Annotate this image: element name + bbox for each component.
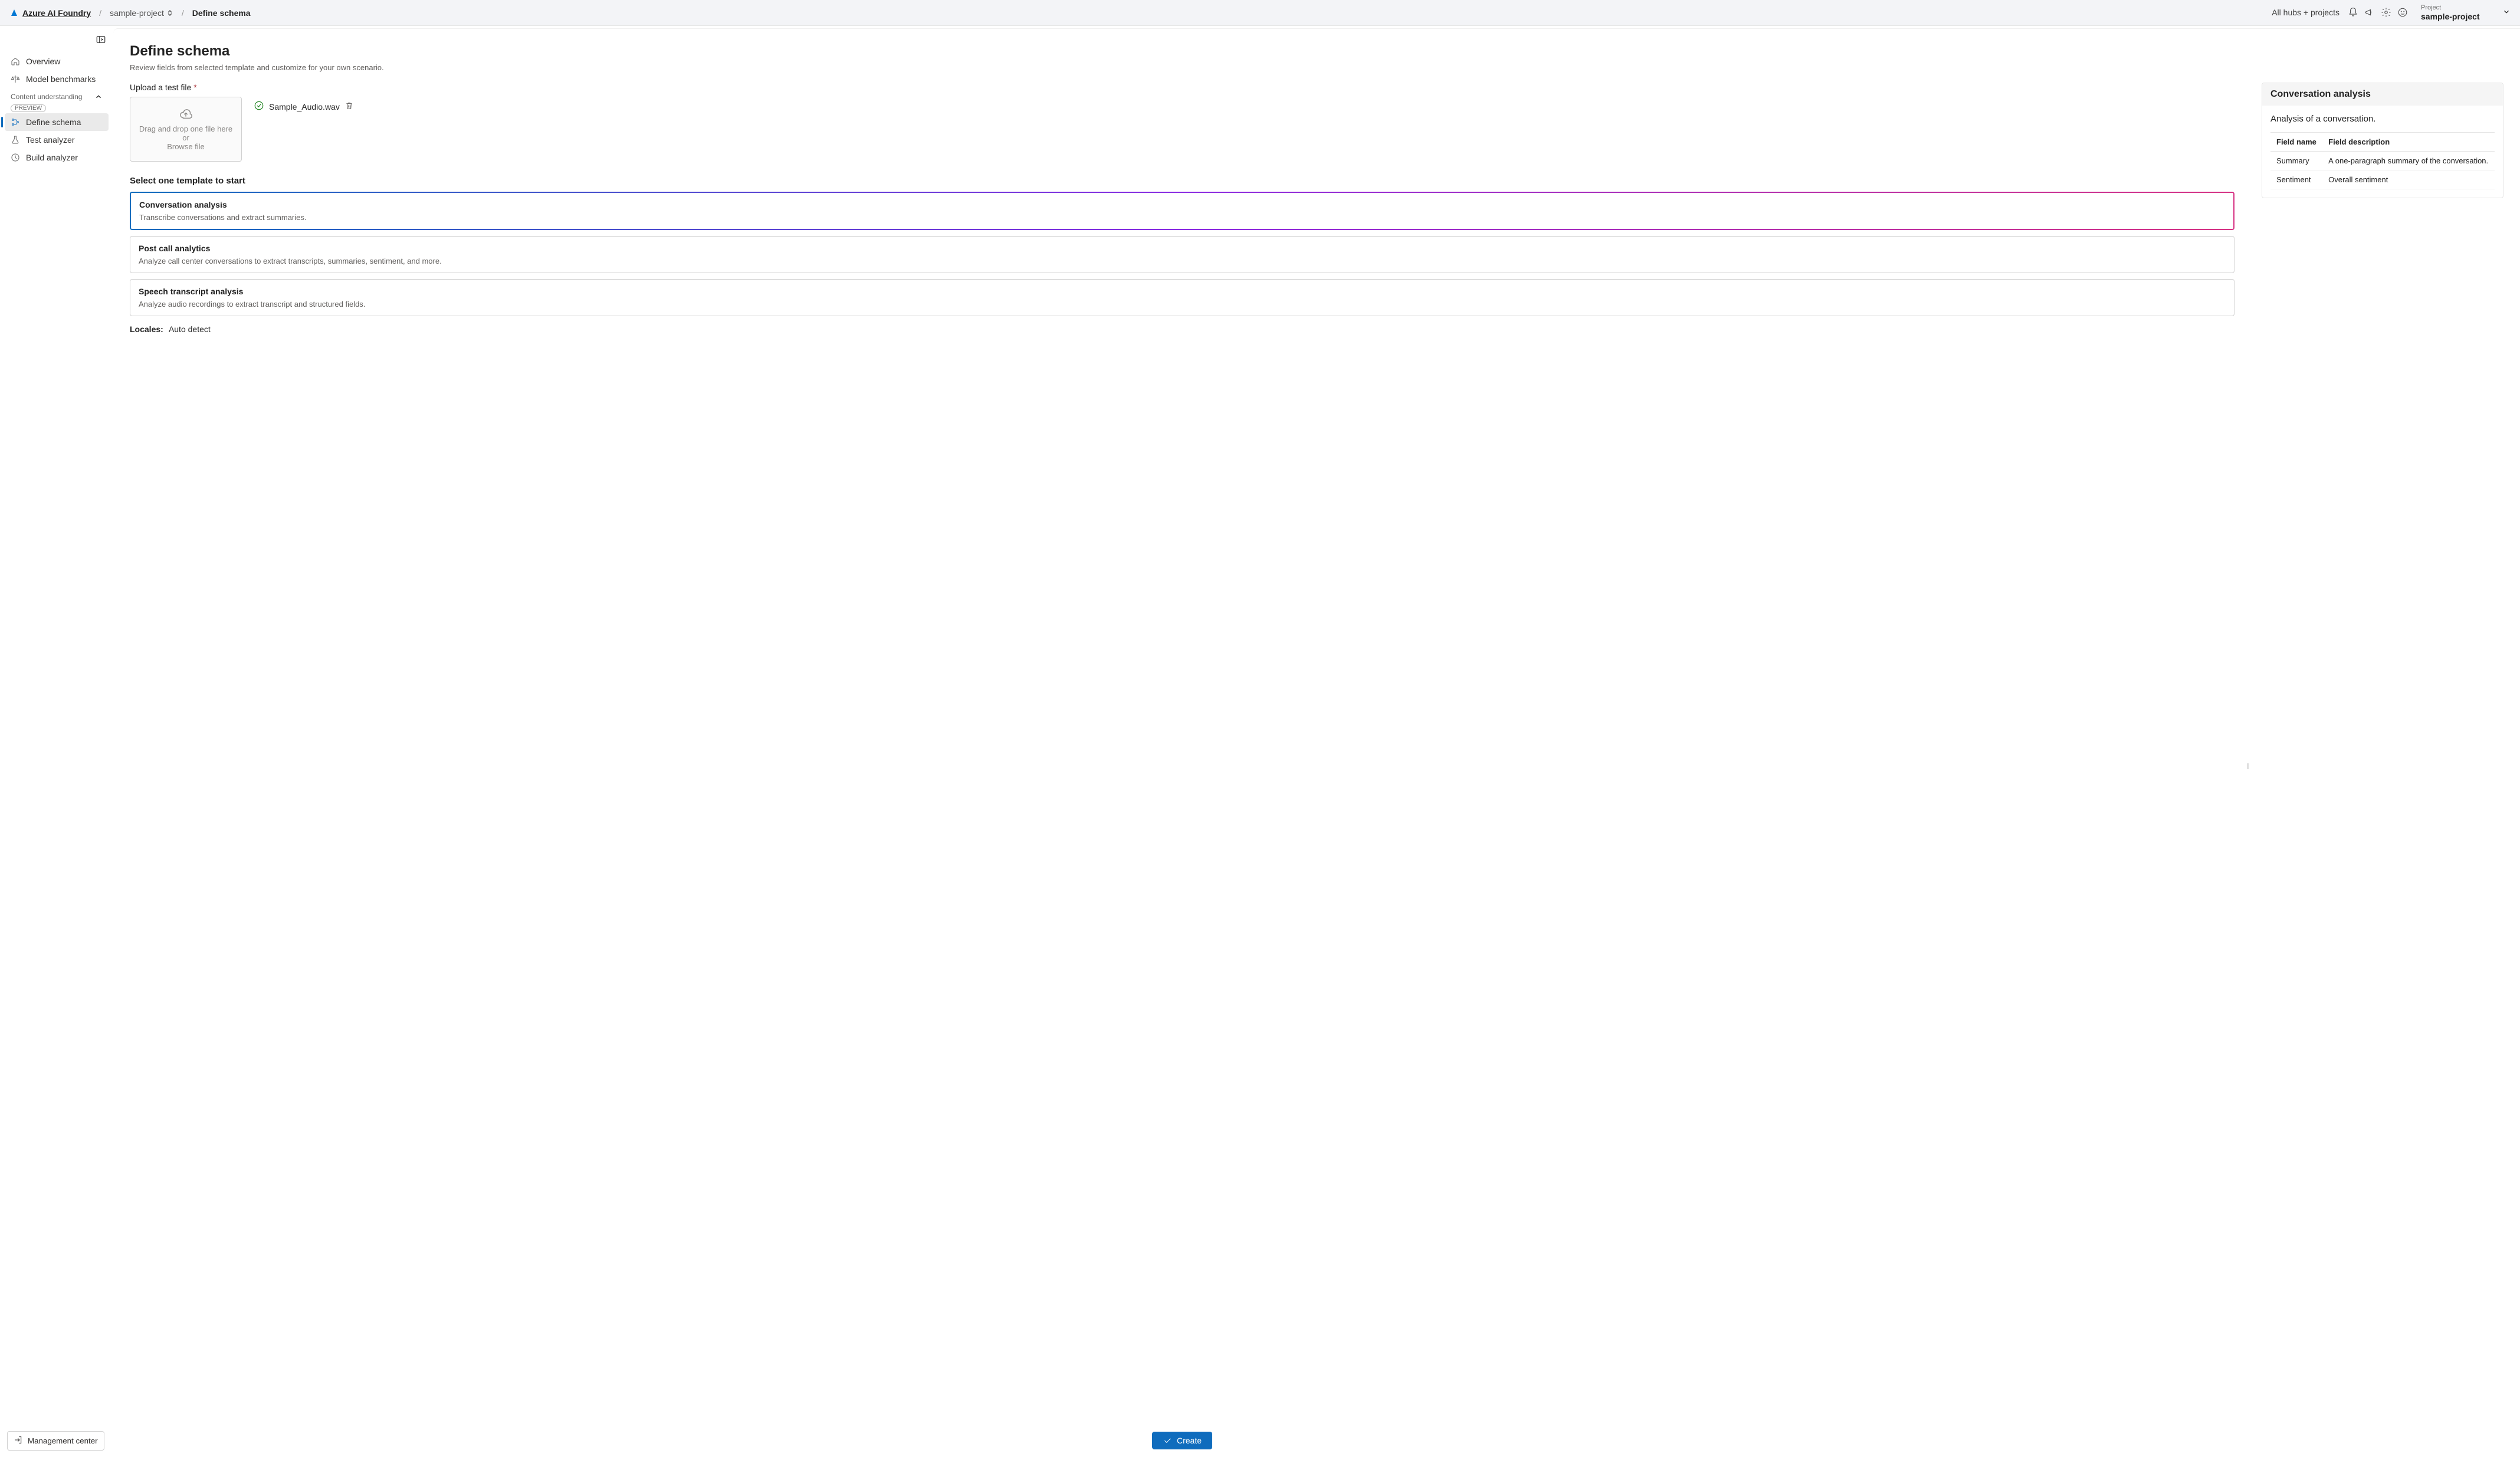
scale-icon: [11, 74, 20, 84]
template-title: Conversation analysis: [139, 200, 2225, 209]
splitter[interactable]: ‖: [2246, 83, 2250, 1449]
project-label: Project: [2421, 4, 2486, 12]
nav: Overview Model benchmarks Content unders…: [0, 50, 113, 1426]
nav-test-analyzer[interactable]: Test analyzer: [5, 131, 109, 149]
breadcrumb-current: Define schema: [192, 8, 251, 18]
brand-link[interactable]: Azure AI Foundry: [9, 8, 91, 18]
uploaded-file: Sample_Audio.wav: [254, 97, 354, 113]
topbar: Azure AI Foundry / sample-project / Defi…: [0, 0, 2520, 26]
flask-icon: [11, 135, 20, 145]
file-dropzone[interactable]: Drag and drop one file here or Browse fi…: [130, 97, 242, 162]
breadcrumb: Azure AI Foundry / sample-project / Defi…: [9, 8, 251, 18]
nav-group-title: Content understanding: [11, 93, 82, 102]
template-title: Speech transcript analysis: [139, 287, 2226, 296]
template-desc: Transcribe conversations and extract sum…: [139, 213, 2225, 222]
management-center-button[interactable]: Management center: [7, 1431, 104, 1451]
file-name: Sample_Audio.wav: [269, 102, 340, 111]
project-picker[interactable]: Project sample-project: [2421, 4, 2486, 22]
locales-label: Locales:: [130, 324, 163, 334]
brand-icon: [9, 8, 19, 18]
project-value: sample-project: [2421, 12, 2486, 22]
preview-badge: PREVIEW: [11, 104, 46, 112]
nav-define-schema[interactable]: Define schema: [5, 113, 109, 131]
col-field-name: Field name: [2270, 133, 2322, 152]
create-button[interactable]: Create: [1152, 1432, 1212, 1449]
details-panel: Conversation analysis Analysis of a conv…: [2262, 83, 2503, 198]
home-icon: [11, 57, 20, 66]
sidebar: Overview Model benchmarks Content unders…: [0, 26, 113, 1460]
template-speech-transcript[interactable]: Speech transcript analysis Analyze audio…: [130, 279, 2234, 316]
exit-icon: [14, 1435, 23, 1446]
page-subtitle: Review fields from selected template and…: [130, 63, 2503, 72]
success-icon: [254, 100, 264, 113]
locales-value: Auto detect: [169, 324, 211, 334]
chevron-down-icon[interactable]: [2502, 8, 2511, 18]
nav-benchmarks[interactable]: Model benchmarks: [5, 70, 109, 88]
panel-title: Conversation analysis: [2262, 83, 2503, 106]
settings-icon[interactable]: [2381, 7, 2391, 18]
build-icon: [11, 153, 20, 162]
panel-desc: Analysis of a conversation.: [2270, 114, 2495, 124]
feedback-icon[interactable]: [2397, 7, 2408, 18]
template-desc: Analyze audio recordings to extract tran…: [139, 300, 2226, 309]
chevron-up-icon: [94, 93, 103, 103]
table-row: Summary A one-paragraph summary of the c…: [2270, 152, 2495, 170]
breadcrumb-sep: /: [182, 8, 184, 18]
fields-table: Field name Field description Summary A o…: [2270, 132, 2495, 189]
nav-overview[interactable]: Overview: [5, 53, 109, 70]
breadcrumb-sep: /: [99, 8, 101, 18]
template-post-call-analytics[interactable]: Post call analytics Analyze call center …: [130, 236, 2234, 273]
templates-title: Select one template to start: [130, 176, 2234, 186]
hubs-link[interactable]: All hubs + projects: [2272, 8, 2339, 17]
template-title: Post call analytics: [139, 244, 2226, 253]
template-desc: Analyze call center conversations to ext…: [139, 257, 2226, 265]
upload-label: Upload a test file*: [130, 83, 2234, 92]
table-row: Sentiment Overall sentiment: [2270, 170, 2495, 189]
check-icon: [1163, 1436, 1172, 1445]
nav-build-analyzer[interactable]: Build analyzer: [5, 149, 109, 166]
main-content: Define schema Review fields from selecte…: [113, 28, 2520, 1460]
nav-group-header[interactable]: Content understanding PREVIEW: [5, 88, 109, 113]
updown-icon: [166, 9, 173, 17]
delete-file-button[interactable]: [344, 101, 354, 112]
breadcrumb-project[interactable]: sample-project: [110, 8, 173, 18]
col-field-desc: Field description: [2322, 133, 2495, 152]
topbar-right: All hubs + projects Project sample-proje…: [2272, 4, 2511, 22]
page-title: Define schema: [130, 43, 2503, 60]
template-conversation-analysis[interactable]: Conversation analysis Transcribe convers…: [130, 192, 2234, 230]
upload-cloud-icon: [178, 108, 194, 121]
brand-text: Azure AI Foundry: [22, 8, 91, 18]
locales-row: Locales: Auto detect: [130, 324, 2234, 334]
schema-icon: [11, 117, 20, 127]
announce-icon[interactable]: [2364, 7, 2375, 18]
collapse-sidebar-icon[interactable]: [96, 34, 106, 47]
bell-icon[interactable]: [2348, 7, 2358, 18]
